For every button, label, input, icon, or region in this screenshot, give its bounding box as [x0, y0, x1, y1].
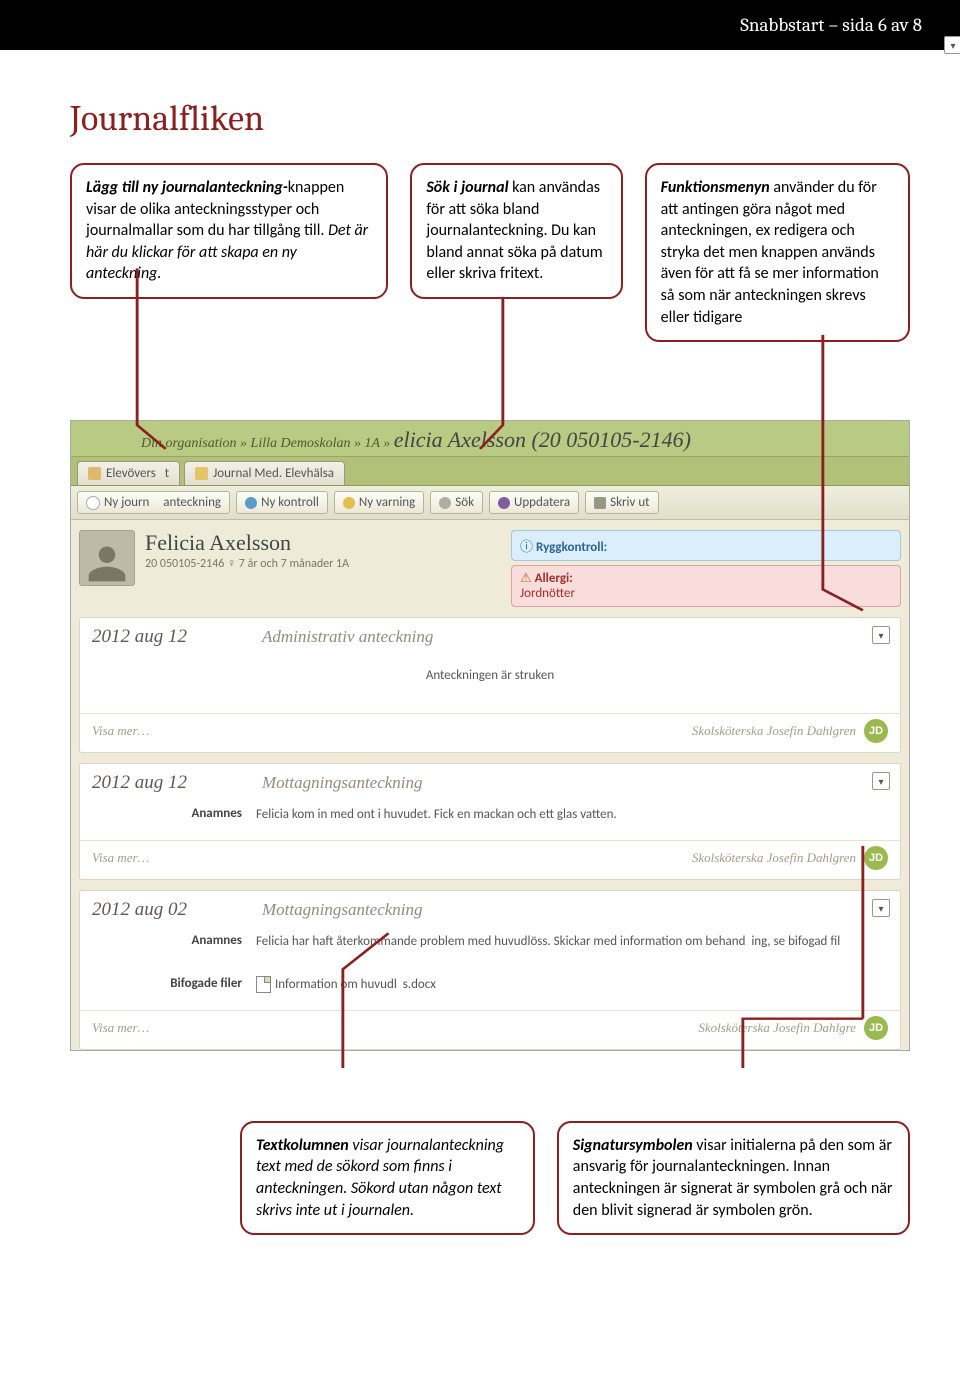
toolbar: Ny journ anteckning Ny kontroll Ny varni… [71, 486, 909, 520]
entry-footer: Visa mer… Skolsköterska Josefin Dahlgre … [80, 1010, 900, 1045]
tab-label: Journal Med. Elevhälsa [213, 466, 334, 481]
new-warning-button[interactable]: Ny varning [334, 491, 424, 514]
entry-type: Mottagningsanteckning [262, 900, 423, 920]
chevron-down-icon[interactable]: ▾ [944, 36, 960, 54]
alert-allergi: ⚠ Allergi: Jordnötter [511, 565, 901, 607]
person-silhouette-icon [85, 541, 129, 585]
journal-entry: ▾ 2012 aug 12 Administrativ anteckning A… [79, 617, 901, 753]
alert-rygg: ⓘ Ryggkontroll: [511, 530, 901, 561]
entry-value: Felicia kom in med ont i huvudet. Fick e… [256, 806, 888, 824]
entry-row: Anamnes Felicia har haft återkommande pr… [92, 927, 888, 957]
callout-search: Sök i journal kan användas för att söka … [410, 163, 622, 299]
show-more-link[interactable]: Visa mer… [92, 850, 149, 866]
alerts: ▾ ⓘ Ryggkontroll: ⚠ Allergi: Jordnötter [511, 530, 901, 607]
callout-text: använder du för att antingen göra något … [661, 178, 879, 327]
entry-date: 2012 aug 02 [92, 899, 242, 921]
callout-lead: Textkolumnen [256, 1136, 349, 1155]
alert-title: Allergi: [535, 571, 573, 586]
print-button[interactable]: Skriv ut [585, 491, 658, 514]
entry-menu-button[interactable]: ▾ [872, 899, 890, 917]
entry-footer: Visa mer… Skolsköterska Josefin Dahlgren… [80, 713, 900, 748]
journal-body: Felicia Axelsson 20 050105-2146 ♀ 7 år o… [71, 520, 909, 1050]
callout-function-menu: Funktionsmenyn använder du för att antin… [645, 163, 910, 342]
alert-title: Ryggkontroll: [536, 540, 607, 555]
entry-date: 2012 aug 12 [92, 772, 242, 794]
print-icon [594, 497, 606, 509]
page-body: Journalfliken Lägg till ny journalanteck… [0, 50, 960, 1275]
show-more-link[interactable]: Visa mer… [92, 723, 149, 739]
entry-menu-button[interactable]: ▾ [872, 626, 890, 644]
breadcrumb-name: elicia Axelsson (20 050105-2146) [394, 427, 691, 452]
entry-label: Anamnes [92, 933, 242, 951]
entry-label: Bifogade filer [92, 976, 242, 994]
entry-type: Mottagningsanteckning [262, 773, 423, 793]
new-control-button[interactable]: Ny kontroll [236, 491, 328, 514]
entry-head: 2012 aug 12 Mottagningsanteckning [92, 772, 888, 800]
callout-lead: Signatursymbolen [573, 1136, 693, 1155]
entry-row: Anamnes Felicia kom in med ont i huvudet… [92, 800, 888, 830]
page-header: Snabbstart – sida 6 av 8 [0, 0, 960, 50]
show-more-link[interactable]: Visa mer… [92, 1020, 149, 1036]
signature-name: Skolsköterska Josefin Dahlgren [692, 723, 856, 739]
journal-entry: ▾ 2012 aug 02 Mottagningsanteckning Anam… [79, 890, 901, 1049]
entry-menu-button[interactable]: ▾ [872, 772, 890, 790]
entry-type: Administrativ anteckning [262, 627, 433, 647]
tab-journal[interactable]: Journal Med. Elevhälsa [184, 461, 345, 485]
breadcrumb: Din organisation » Lilla Demoskolan » 1A… [71, 421, 909, 457]
entry-footer: Visa mer… Skolsköterska Josefin Dahlgren… [80, 840, 900, 875]
entry-attachment[interactable]: Information om huvudl s.docx [256, 976, 888, 994]
search-button[interactable]: Sök [430, 491, 483, 514]
profile-row: Felicia Axelsson 20 050105-2146 ♀ 7 år o… [79, 530, 901, 607]
page-title: Journalfliken [70, 98, 910, 139]
tabs-row: Elevövers t Journal Med. Elevhälsa [71, 457, 909, 486]
refresh-icon [498, 497, 510, 509]
alert-body: Jordnötter [520, 586, 575, 601]
entry-head: 2012 aug 12 Administrativ anteckning [92, 626, 888, 654]
signature-badge: JD [864, 846, 888, 870]
journal-entry: ▾ 2012 aug 12 Mottagningsanteckning Anam… [79, 763, 901, 880]
callout-text-column: Textkolumnen visar journalanteckning tex… [240, 1121, 535, 1235]
bottom-callouts: Textkolumnen visar journalanteckning tex… [70, 1121, 910, 1235]
signature-name: Skolsköterska Josefin Dahlgre [698, 1020, 856, 1036]
callout-signature: Signatursymbolen visar initialerna på de… [557, 1121, 910, 1235]
entry-date: 2012 aug 12 [92, 626, 242, 648]
file-icon [256, 976, 271, 993]
callout-new-note: Lägg till ny journalanteckning-knappen v… [70, 163, 388, 299]
signature-badge: JD [864, 719, 888, 743]
callout-lead: Sök i journal [426, 178, 508, 197]
profile-text: Felicia Axelsson 20 050105-2146 ♀ 7 år o… [145, 530, 501, 607]
entry-value: Felicia har haft återkommande problem me… [256, 933, 888, 951]
plus-icon [86, 496, 100, 510]
person-icon [88, 467, 101, 480]
tab-elevöversikt[interactable]: Elevövers t [77, 461, 180, 485]
tab-label: Elevövers t [106, 466, 169, 481]
entry-head: 2012 aug 02 Mottagningsanteckning [92, 899, 888, 927]
avatar [79, 530, 135, 586]
signature-badge: JD [864, 1016, 888, 1040]
signature-name: Skolsköterska Josefin Dahlgren [692, 850, 856, 866]
update-button[interactable]: Uppdatera [489, 491, 579, 514]
new-note-button[interactable]: Ny journ anteckning [77, 491, 230, 514]
breadcrumb-path: Din organisation » Lilla Demoskolan » 1A… [141, 436, 390, 451]
profile-name: Felicia Axelsson [145, 530, 501, 556]
search-icon [439, 497, 451, 509]
info-icon [245, 497, 257, 509]
entry-row: Bifogade filer Information om huvudl s.d… [92, 958, 888, 1000]
folder-icon [195, 467, 208, 480]
entry-label: Anamnes [92, 806, 242, 824]
callout-lead: Funktionsmenyn [661, 178, 770, 197]
warning-icon [343, 497, 355, 509]
top-callouts: Lägg till ny journalanteckning-knappen v… [70, 163, 910, 342]
entry-struck-text: Anteckningen är struken [92, 654, 888, 703]
profile-sub: 20 050105-2146 ♀ 7 år och 7 månader 1A [145, 556, 501, 571]
app-screenshot: Din organisation » Lilla Demoskolan » 1A… [70, 420, 910, 1051]
callout-lead: Lägg till ny journalanteckning- [86, 178, 288, 197]
